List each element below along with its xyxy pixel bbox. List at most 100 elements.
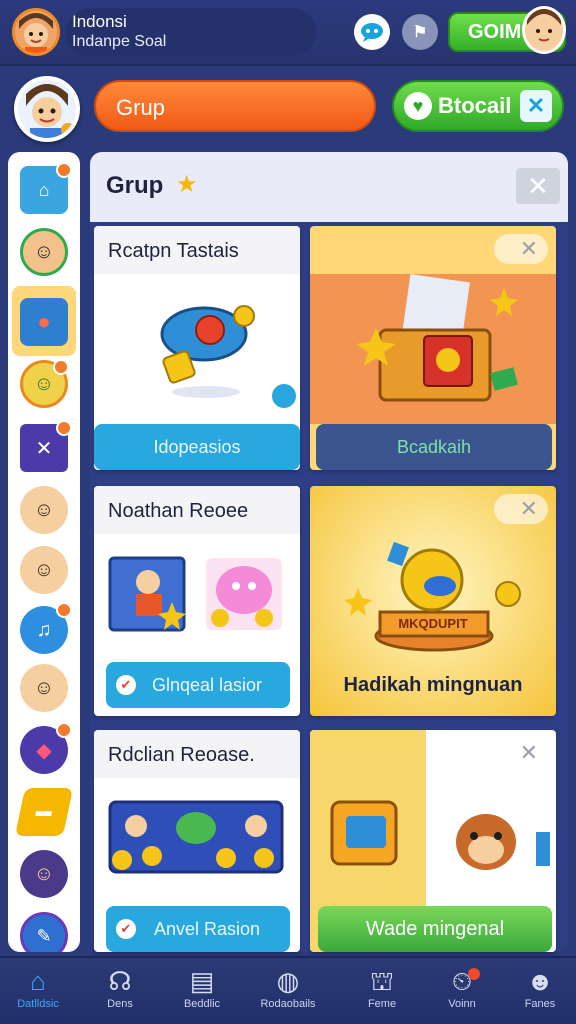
pets-illustration [330, 800, 550, 870]
team-illustration [108, 800, 284, 874]
notification-icon: ⏲ [451, 966, 473, 996]
pencil-icon: ✎ [36, 925, 52, 946]
close-icon[interactable]: ✕ [520, 90, 552, 122]
trophy-label: MKQDUPIT [398, 616, 468, 631]
globe-icon: ◍ [276, 966, 300, 996]
card-action-button[interactable]: Idopeasios [94, 424, 300, 470]
sidebar-item-character[interactable]: ☺ [20, 359, 69, 408]
card-action-button[interactable]: ✔ Glnqeal lasior [106, 662, 290, 708]
sidebar-item-ticket[interactable]: ▬ [14, 788, 74, 836]
sidebar-item-shield[interactable]: ◆ [20, 722, 72, 774]
sidebar-item-bell[interactable]: ♫ [20, 602, 72, 654]
card-action-button[interactable]: Wade mingenal [318, 906, 552, 952]
card-reward-left[interactable]: Rdclian Reoase. ✔ Anvel Rasion [94, 730, 300, 952]
card-reaction-left[interactable]: Rcatpn Tastais Idopeasios [94, 226, 300, 470]
card-reaction-right[interactable]: ✕ Bcadkaih [310, 226, 556, 470]
top-bar: Indonsi Indanpe Soal ⚑ GOIM [0, 0, 576, 66]
card-gift-right[interactable]: ✕ MKQDUPIT Hadikah mingnuan [310, 486, 556, 716]
nav-label: Fanes [524, 998, 556, 1010]
home-icon: ⌂ [38, 179, 50, 200]
check-icon: ✔ [116, 675, 136, 695]
sidebar-item-friend[interactable]: ☺ [20, 228, 68, 276]
ticket-icon: ▬ [34, 803, 54, 820]
app-title: Indonsi [72, 12, 127, 31]
coin-avatar [522, 6, 566, 54]
card-action-button[interactable]: Bcadkaih [316, 424, 552, 470]
basketball-icon: ● [37, 309, 51, 334]
notification-badge [56, 162, 72, 178]
profile-icon: ☻ [526, 966, 554, 996]
block-pill-button[interactable]: ♥ Btocail ✕ [392, 80, 564, 132]
user-avatar-small[interactable] [12, 8, 60, 56]
card-action-button[interactable]: ✔ Anvel Rasion [106, 906, 290, 952]
panel-title: Grup [106, 172, 164, 199]
sidebar-item-home[interactable]: ⌂ [20, 162, 72, 214]
card-action-label: Glnqeal lasior [151, 675, 263, 695]
heroes-illustration [108, 556, 282, 632]
sidebar-item-user-a[interactable]: ☺ [20, 486, 68, 534]
dot-indicator [272, 384, 296, 408]
card-title: Noathan Reoee [108, 500, 249, 522]
card-title: Rdclian Reoase. [108, 744, 255, 766]
nav-item-document[interactable]: ▤ Beddlic [170, 964, 234, 1022]
sidebar-item-games[interactable]: ● [20, 298, 68, 346]
treasure-box-illustration [356, 274, 518, 402]
coin-label: GOIM [468, 21, 522, 43]
close-icon[interactable]: ✕ [494, 234, 548, 264]
nav-item-support[interactable]: ☊ Dens [88, 964, 152, 1022]
nav-item-profile[interactable]: ☻ Fanes [508, 964, 572, 1022]
sidebar-item-user-b[interactable]: ☺ [20, 546, 68, 594]
bell-icon: ♫ [36, 618, 52, 641]
group-pill-button[interactable]: Grup [94, 80, 376, 132]
nav-item-shop[interactable]: ⛫ Feme [350, 964, 414, 1022]
avatar-icon: ☺ [33, 558, 55, 581]
sidebar-item-user-d[interactable]: ☺ [20, 850, 68, 898]
close-icon[interactable]: ✕ [494, 494, 548, 524]
card-reward-right[interactable]: ✕ Wade mingenal [310, 730, 556, 952]
notification-badge [56, 420, 72, 436]
sidebar-item-tools[interactable]: ✕ [20, 420, 72, 472]
nav-label: Feme [367, 998, 397, 1010]
avatar-icon: ☺ [33, 862, 55, 885]
sidebar-item-user-c[interactable]: ☺ [20, 664, 68, 712]
sidebar: ⌂ ☺ ● ☺ ✕ ☺ ☺ ♫ ☺ ◆ ▬ ☺ ✎ [8, 152, 80, 952]
heart-icon: ♥ [404, 92, 432, 120]
gift-title: Hadikah mingnuan [343, 674, 523, 696]
avatar-icon: ☺ [33, 498, 55, 521]
card-notification-left[interactable]: Noathan Reoee ✔ Glnqeal lasior [94, 486, 300, 716]
panel-header: Grup ★ ✕ [90, 152, 568, 222]
close-icon[interactable]: ✕ [494, 738, 548, 768]
crossed-swords-icon: ✕ [35, 437, 53, 460]
shop-icon: ⛫ [370, 966, 394, 996]
nav-label: Beddlic [183, 998, 221, 1010]
home-icon: ⌂ [30, 966, 46, 996]
close-panel-button[interactable]: ✕ [516, 168, 560, 204]
notification-badge [56, 722, 72, 738]
star-icon: ★ [176, 171, 198, 198]
nav-label: Datlldsic [17, 998, 59, 1010]
nav-item-world[interactable]: ◍ Rodaobails [256, 964, 320, 1022]
avatar-icon: ☺ [33, 676, 55, 699]
nav-label: Rodaobails [260, 998, 316, 1010]
chat-icon[interactable] [354, 14, 390, 50]
card-action-label: Anvel Rasion [153, 919, 261, 939]
notification-badge [56, 602, 72, 618]
coin-button[interactable]: GOIM [448, 6, 566, 54]
bottom-navigation: ⌂ Datlldsic ☊ Dens ▤ Beddlic ◍ Rodaobail… [0, 956, 576, 1024]
title-pill: Indonsi Indanpe Soal [66, 8, 316, 56]
nav-label: Voinn [448, 998, 476, 1010]
notification-badge [468, 968, 480, 980]
document-icon: ▤ [189, 966, 215, 996]
trophy-illustration [344, 542, 521, 652]
group-panel: Grup ★ ✕ Rcatpn Tastais Idopeasios ✕ Bca… [90, 152, 568, 952]
rocket-illustration [160, 305, 255, 398]
nav-label: Dens [107, 998, 133, 1010]
nav-item-home[interactable]: ⌂ Datlldsic [6, 964, 70, 1022]
check-icon: ✔ [116, 919, 136, 939]
nav-item-notifications[interactable]: ⏲ Voinn [430, 964, 494, 1022]
avatar-icon: ☺ [33, 240, 55, 263]
profile-avatar[interactable] [14, 76, 80, 142]
rank-icon[interactable]: ⚑ [402, 14, 438, 50]
app-subtitle: Indanpe Soal [72, 33, 167, 50]
sidebar-item-edit[interactable]: ✎ [20, 912, 68, 952]
